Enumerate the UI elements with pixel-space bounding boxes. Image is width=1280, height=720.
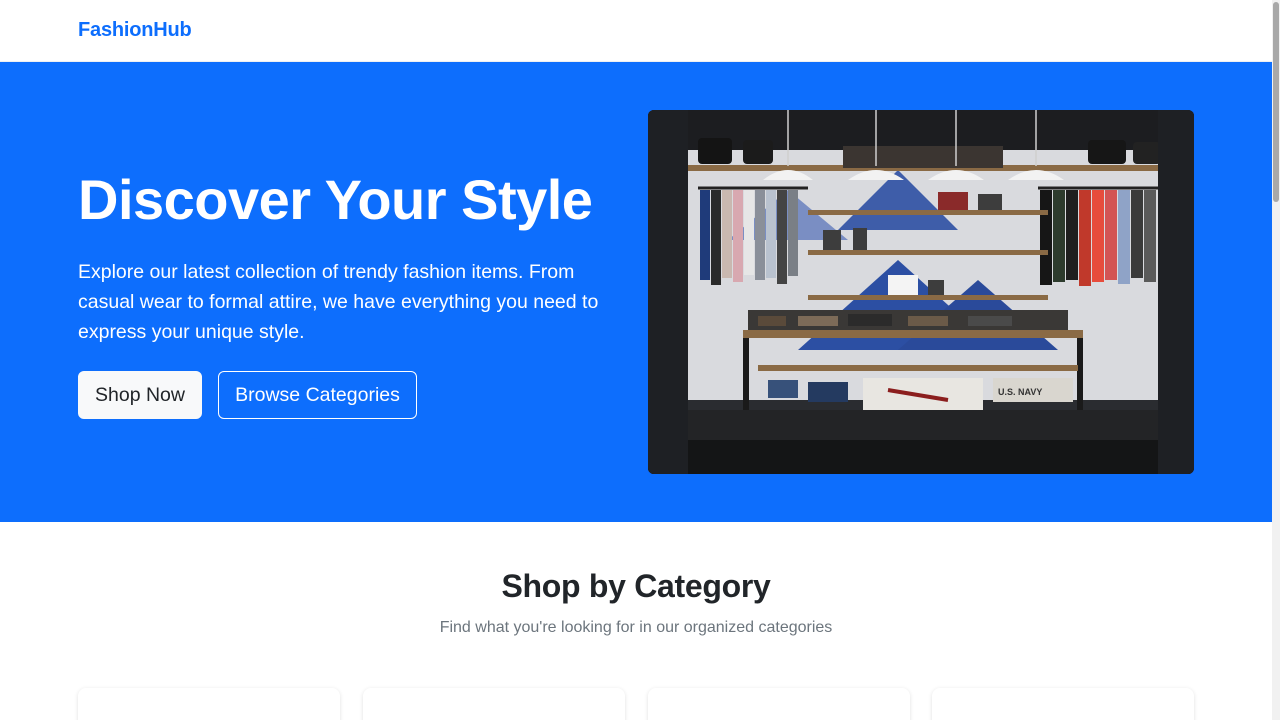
hero-title: Discover Your Style [78,168,593,231]
categories-title: Shop by Category [501,568,771,604]
category-card[interactable] [648,688,910,720]
shop-now-button[interactable]: Shop Now [78,371,202,419]
category-card[interactable] [363,688,625,720]
page-scrollbar[interactable] [1272,0,1280,720]
navy-shelf-label: U.S. NAVY [998,387,1042,397]
brand-logo-link[interactable]: FashionHub [78,19,192,42]
browse-categories-button[interactable]: Browse Categories [218,371,417,419]
navbar: FashionHub [0,0,1272,62]
category-card[interactable] [78,688,340,720]
category-card[interactable] [932,688,1194,720]
hero-store-image: U.S. NAVY [648,110,1194,474]
scrollbar-thumb[interactable] [1273,2,1279,202]
hero-section: Discover Your Style Explore our latest c… [0,62,1272,522]
hero-subtitle: Explore our latest collection of trendy … [78,261,599,343]
categories-subtitle: Find what you're looking for in our orga… [439,619,833,636]
